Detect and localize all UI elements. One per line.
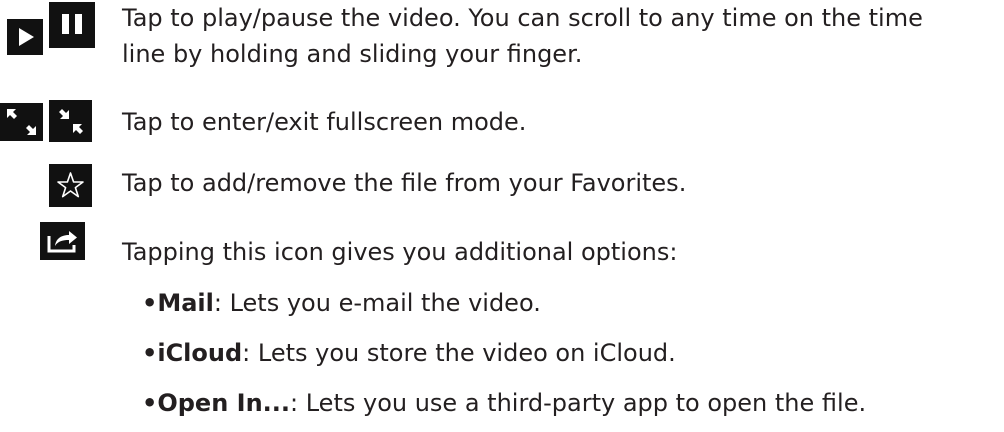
option-mail: •Mail: Lets you e-mail the video. (142, 285, 541, 321)
fullscreen-description: Tap to enter/exit fullscreen mode. (122, 108, 527, 136)
option-open-in: •Open In...: Lets you use a third-party … (142, 385, 866, 421)
play-icon[interactable] (7, 19, 43, 55)
option-icloud: •iCloud: Lets you store the video on iCl… (142, 335, 676, 371)
option-icloud-desc: : Lets you store the video on iCloud. (242, 339, 676, 367)
play-pause-description: Tap to play/pause the video. You can scr… (122, 0, 923, 72)
bullet: • (142, 389, 158, 417)
option-open-in-desc: : Lets you use a third-party app to open… (290, 389, 867, 417)
option-open-in-name: Open In... (157, 389, 291, 417)
bullet: • (142, 339, 158, 367)
share-icon[interactable] (40, 222, 85, 260)
option-mail-name: Mail (157, 289, 214, 317)
option-mail-desc: : Lets you e-mail the video. (213, 289, 541, 317)
pause-icon[interactable] (49, 2, 95, 48)
share-description: Tapping this icon gives you additional o… (122, 238, 678, 266)
star-icon[interactable] (49, 164, 92, 207)
play-pause-line-2: line by holding and sliding your finger. (122, 40, 583, 68)
bullet: • (142, 289, 158, 317)
option-icloud-name: iCloud (157, 339, 243, 367)
exit-fullscreen-icon[interactable] (49, 100, 92, 142)
enter-fullscreen-icon[interactable] (0, 103, 43, 141)
favorites-description: Tap to add/remove the file from your Fav… (122, 169, 687, 197)
play-pause-line-1: Tap to play/pause the video. You can scr… (122, 4, 923, 32)
